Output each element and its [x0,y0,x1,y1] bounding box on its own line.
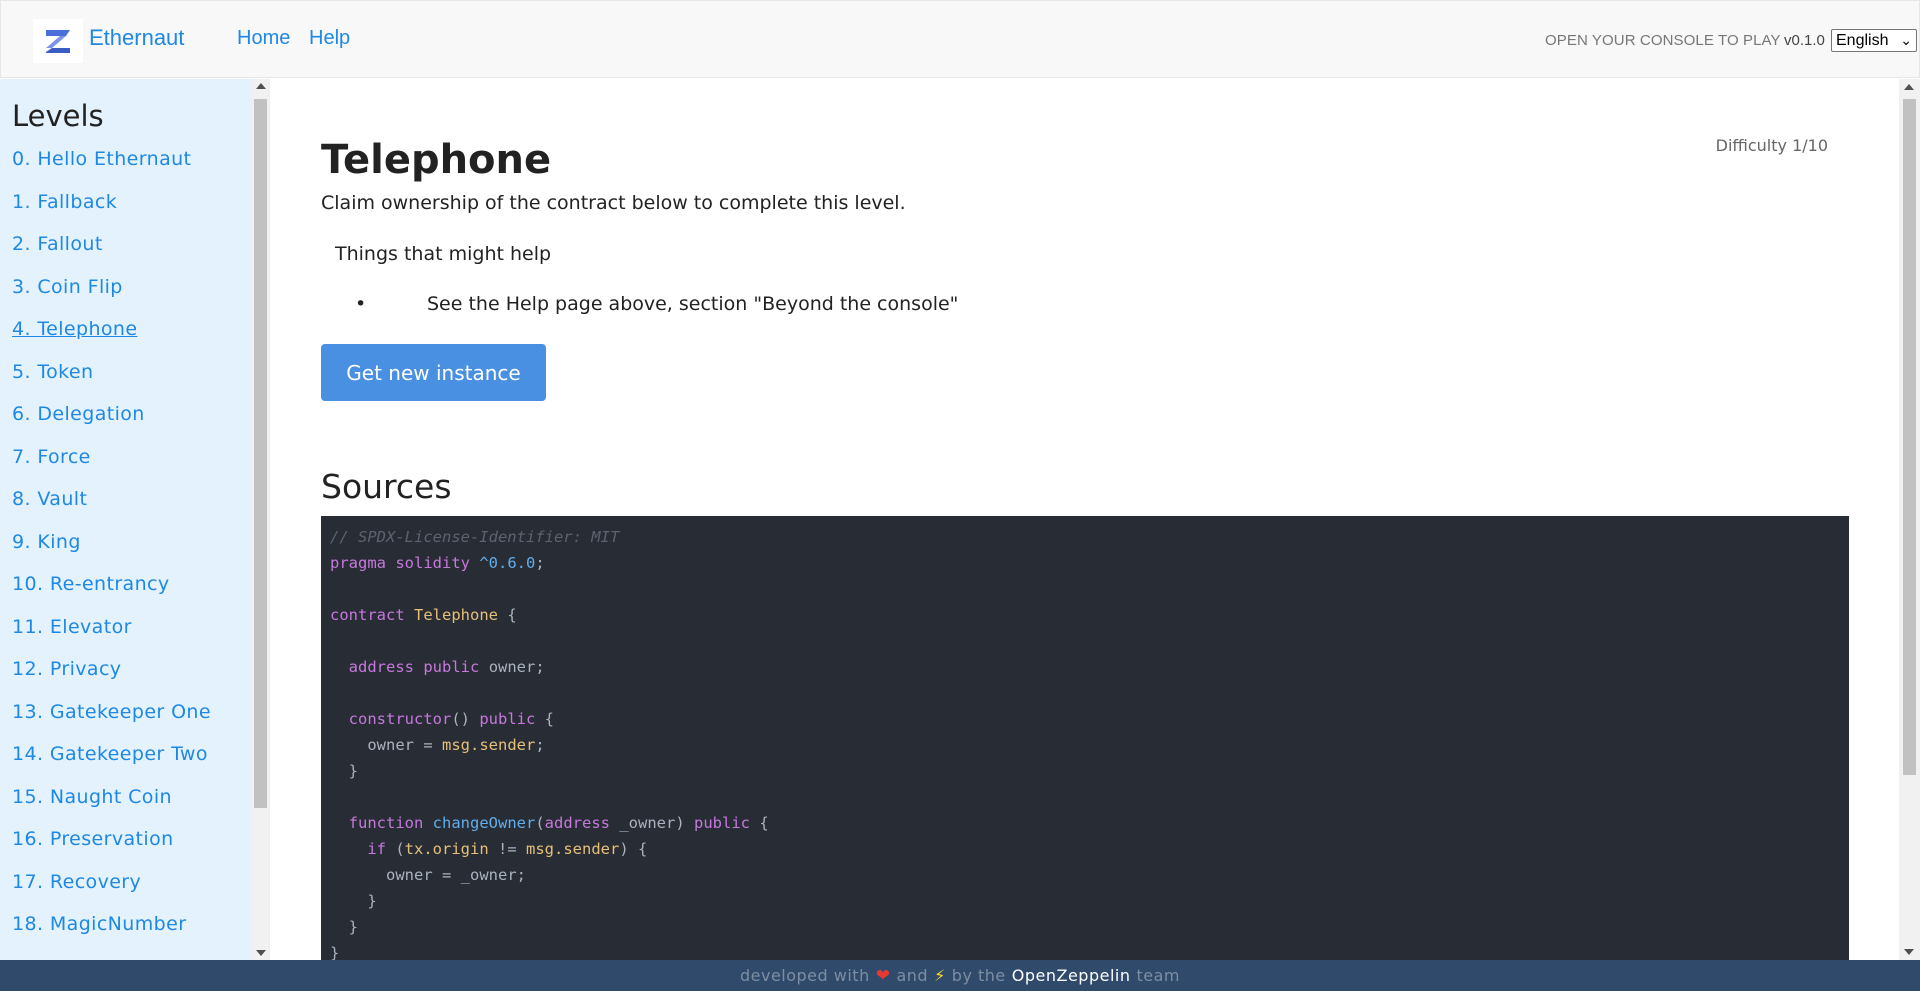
level-link-12[interactable]: 12. Privacy [12,657,257,700]
code-line: } [330,892,377,910]
chevron-down-icon: ⌄ [1900,32,1912,48]
get-new-instance-button[interactable]: Get new instance [321,344,546,401]
lightning-icon: ⚡ [934,966,946,985]
level-title: Telephone [321,137,552,183]
source-code-block: // SPDX-License-Identifier: MIT pragma s… [321,516,1849,960]
main-scroll-thumb[interactable] [1903,99,1916,775]
code-line: } [330,944,340,960]
footer-prefix: developed with [739,966,870,985]
level-link-11[interactable]: 11. Elevator [12,615,257,658]
scroll-up-arrow-icon[interactable] [1904,84,1914,90]
heart-icon: ❤ [875,965,891,986]
sidebar-scroll-thumb[interactable] [254,99,267,808]
footer: developed with ❤ and ⚡ by the OpenZeppel… [0,960,1920,991]
level-list: 0. Hello Ethernaut 1. Fallback 2. Fallou… [12,147,257,955]
levels-sidebar: Levels 0. Hello Ethernaut 1. Fallback 2.… [0,79,270,960]
level-link-17[interactable]: 17. Recovery [12,870,257,913]
level-description: Claim ownership of the contract below to… [321,192,906,214]
nav-home-link[interactable]: Home [237,27,290,50]
code-line: pragma solidity ^0.6.0; [330,554,545,572]
level-link-13[interactable]: 13. Gatekeeper One [12,700,257,743]
difficulty-label: Difficulty 1/10 [1715,136,1828,155]
level-link-6[interactable]: 6. Delegation [12,402,257,445]
main-scrollbar[interactable] [1899,79,1920,960]
level-link-9[interactable]: 9. King [12,530,257,573]
sources-heading: Sources [321,467,452,506]
language-select[interactable]: English ⌄ [1831,29,1917,52]
version-label: v0.1.0 [1784,32,1825,49]
code-line: // SPDX-License-Identifier: MIT [330,528,620,546]
scroll-up-arrow-icon[interactable] [256,83,266,89]
ethernaut-logo[interactable] [33,19,83,63]
level-link-3[interactable]: 3. Coin Flip [12,275,257,318]
level-link-10[interactable]: 10. Re-entrancy [12,572,257,615]
code-line: if (tx.origin != msg.sender) { [367,840,648,858]
code-line: } [330,762,358,780]
code-line: constructor() public { [348,710,554,728]
code-line: contract Telephone { [330,606,517,624]
level-link-0[interactable]: 0. Hello Ethernaut [12,147,257,190]
help-heading: Things that might help [335,243,552,265]
level-link-2[interactable]: 2. Fallout [12,232,257,275]
openzeppelin-link[interactable]: OpenZeppelin [1012,966,1131,985]
top-navbar: Ethernaut Home Help OPEN YOUR CONSOLE TO… [0,0,1920,78]
level-link-14[interactable]: 14. Gatekeeper Two [12,742,257,785]
sidebar-scrollbar[interactable] [252,79,269,960]
level-link-16[interactable]: 16. Preservation [12,827,257,870]
footer-and: and [896,966,929,985]
scroll-down-arrow-icon[interactable] [256,950,266,956]
bullet-icon: • [355,293,367,315]
code-line: function changeOwner(address _owner) pub… [348,814,769,832]
language-selected: English [1836,31,1889,49]
levels-heading: Levels [12,99,104,133]
nav-help-link[interactable]: Help [309,27,350,50]
level-link-8[interactable]: 8. Vault [12,487,257,530]
level-link-7[interactable]: 7. Force [12,445,257,488]
scroll-down-arrow-icon[interactable] [1904,949,1914,955]
footer-suffix: team [1136,966,1181,985]
level-link-1[interactable]: 1. Fallback [12,190,257,233]
help-item-text: See the Help page above, section "Beyond… [427,293,959,315]
level-link-5[interactable]: 5. Token [12,360,257,403]
level-content: Telephone Difficulty 1/10 Claim ownershi… [270,79,1899,960]
level-link-18[interactable]: 18. MagicNumber [12,912,257,955]
code-line: owner = msg.sender; [367,736,545,754]
level-link-4-active[interactable]: 4. Telephone [12,317,257,360]
code-line: address public owner; [348,658,545,676]
code-line: } [330,918,358,936]
zeppelin-z-icon [46,30,70,53]
level-link-15[interactable]: 15. Naught Coin [12,785,257,828]
console-message: OPEN YOUR CONSOLE TO PLAY [1545,32,1781,49]
brand-name[interactable]: Ethernaut [89,25,184,51]
footer-by: by the [951,966,1006,985]
code-line: owner = _owner; [386,866,527,884]
